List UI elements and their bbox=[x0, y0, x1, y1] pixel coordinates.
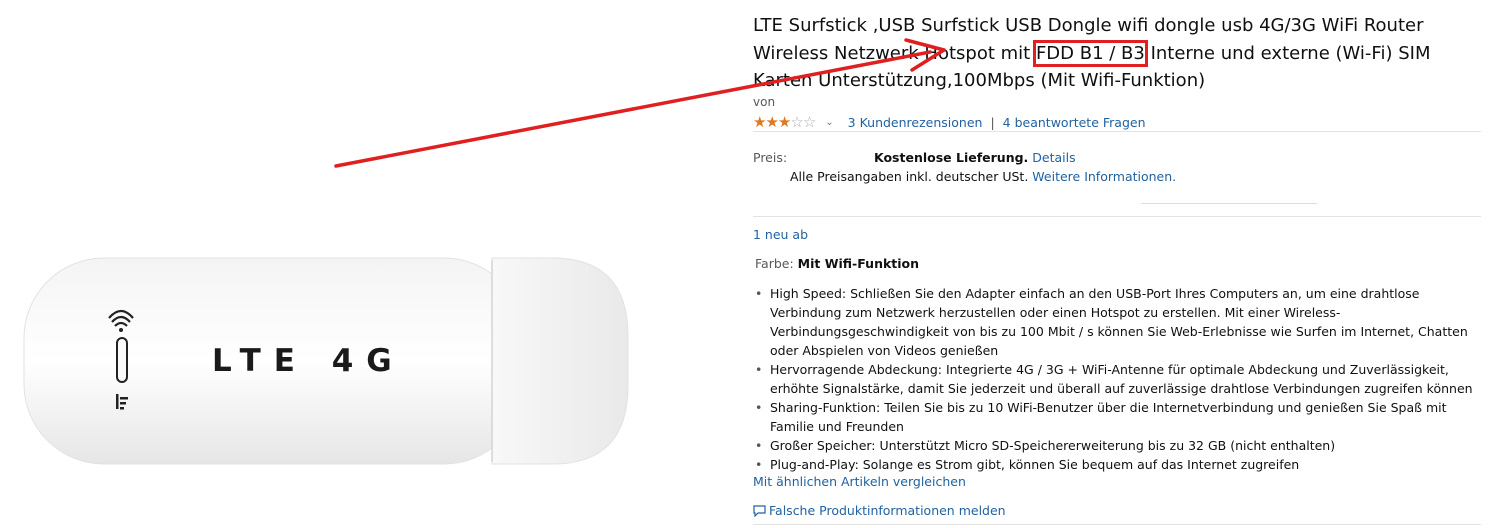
report-row: Falsche Produktinformationen melden bbox=[753, 503, 1006, 518]
product-image[interactable]: LTE 4G bbox=[0, 0, 740, 528]
color-label: Farbe: bbox=[755, 256, 794, 271]
star-icon: ★ bbox=[753, 113, 766, 131]
rating-row: ★ ★ ★ ☆ ☆ ⌄ 3 Kundenrezensionen | 4 bean… bbox=[753, 113, 1146, 131]
compare-link[interactable]: Mit ähnlichen Artikeln vergleichen bbox=[753, 474, 966, 489]
chevron-down-icon[interactable]: ⌄ bbox=[825, 117, 833, 128]
star-rating[interactable]: ★ ★ ★ ☆ ☆ bbox=[753, 113, 816, 131]
star-icon: ★ bbox=[765, 113, 778, 131]
feature-bullet: High Speed: Schließen Sie den Adapter ei… bbox=[753, 284, 1485, 360]
more-info-link[interactable]: Weitere Informationen. bbox=[1032, 169, 1176, 184]
product-title: LTE Surfstick ,USB Surfstick USB Dongle … bbox=[753, 12, 1485, 95]
price-label: Preis: bbox=[753, 150, 788, 165]
byline: von bbox=[753, 95, 776, 109]
dongle-label: LTE 4G bbox=[212, 343, 405, 379]
divider bbox=[753, 216, 1481, 217]
highlighted-band-text: FDD B1 / B3 bbox=[1032, 39, 1148, 67]
speech-bubble-icon bbox=[753, 504, 766, 517]
link-separator: | bbox=[990, 114, 995, 130]
feature-bullet: Großer Speicher: Unterstützt Micro SD-Sp… bbox=[753, 436, 1485, 455]
color-value: Mit Wifi-Funktion bbox=[797, 256, 920, 271]
details-link[interactable]: Details bbox=[1032, 150, 1075, 165]
lte-dongle-image: LTE 4G bbox=[23, 257, 629, 465]
reviews-link[interactable]: 3 Kundenrezensionen bbox=[848, 115, 983, 130]
new-offers: 1 neu ab bbox=[753, 227, 808, 242]
color-selection: Farbe: Mit Wifi-Funktion bbox=[755, 256, 919, 271]
compare-link-row: Mit ähnlichen Artikeln vergleichen bbox=[753, 474, 966, 489]
questions-link[interactable]: 4 beantwortete Fragen bbox=[1003, 115, 1146, 130]
feature-bullet: Sharing-Funktion: Teilen Sie bis zu 10 W… bbox=[753, 398, 1485, 436]
divider bbox=[753, 131, 1481, 132]
feature-bullet: Hervorragende Abdeckung: Integrierte 4G … bbox=[753, 360, 1485, 398]
star-empty-icon: ☆ bbox=[802, 113, 816, 131]
vat-note: Alle Preisangaben inkl. deutscher USt. W… bbox=[790, 169, 1176, 184]
divider bbox=[753, 524, 1481, 525]
new-offers-link[interactable]: 1 neu ab bbox=[753, 227, 808, 242]
feature-bullets: High Speed: Schließen Sie den Adapter ei… bbox=[753, 284, 1485, 474]
free-shipping-text: Kostenlose Lieferung. bbox=[874, 150, 1029, 165]
shipping-info: Kostenlose Lieferung. Details bbox=[874, 150, 1076, 165]
report-link[interactable]: Falsche Produktinformationen melden bbox=[769, 503, 1006, 518]
redacted-line bbox=[1141, 203, 1317, 204]
star-empty-icon: ☆ bbox=[790, 113, 803, 131]
star-icon: ★ bbox=[777, 113, 791, 131]
vat-text: Alle Preisangaben inkl. deutscher USt. bbox=[790, 169, 1029, 184]
product-details: LTE Surfstick ,USB Surfstick USB Dongle … bbox=[753, 0, 1488, 528]
feature-bullet: Plug-and-Play: Solange es Strom gibt, kö… bbox=[753, 455, 1485, 474]
